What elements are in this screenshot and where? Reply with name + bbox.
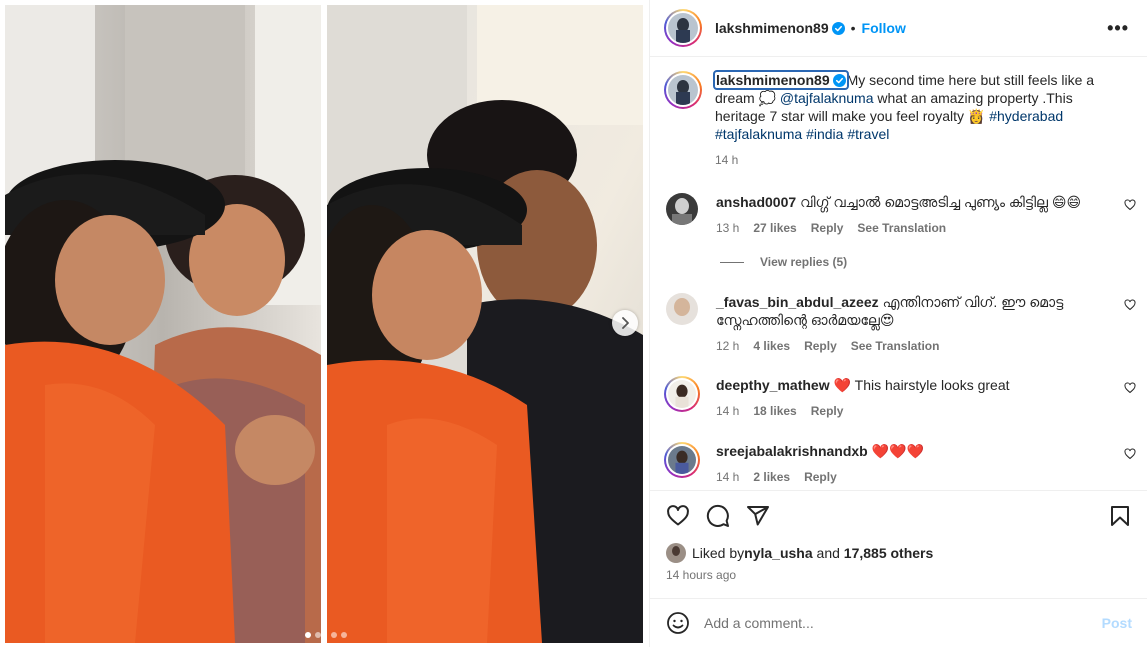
avatar-image — [668, 380, 696, 408]
verified-badge-icon — [831, 21, 845, 35]
comment-likes[interactable]: 27 likes — [753, 221, 796, 235]
hashtag-travel[interactable]: #travel — [847, 126, 889, 142]
comment-text: ❤️ This hairstyle looks great — [833, 377, 1010, 393]
comment-item: anshad0007 വിഗ്ഗ് വച്ചാൽ മൊട്ടഅടിച്ച പുണ്… — [666, 193, 1136, 237]
reply-button[interactable]: Reply — [811, 221, 844, 235]
liked-by-middle: and — [812, 545, 844, 561]
bookmark-icon — [1111, 505, 1129, 526]
comment-text: ❤️❤️❤️ — [871, 443, 925, 459]
author-username[interactable]: lakshmimenon89 — [715, 20, 829, 36]
post-photo-left — [5, 5, 321, 643]
view-replies-button[interactable]: View replies (5) — [720, 255, 847, 269]
post-timestamp: 14 hours ago — [666, 568, 737, 582]
view-replies-label: View replies (5) — [760, 255, 848, 269]
caption-mention[interactable]: @tajfalaknuma — [780, 90, 874, 106]
caption-username-text: lakshmimenon89 — [716, 72, 830, 88]
liked-by-user[interactable]: nyla_usha — [744, 545, 812, 561]
view-replies-line — [720, 261, 744, 263]
comment-likes[interactable]: 2 likes — [753, 470, 790, 484]
add-comment-input[interactable] — [704, 615, 1102, 631]
carousel-dots — [331, 632, 347, 638]
post-photo-right — [327, 5, 643, 643]
carousel-dots — [305, 632, 321, 638]
post-caption: lakshmimenon89 My second time here but st… — [664, 70, 1134, 169]
comment-icon — [706, 504, 729, 527]
add-comment-bar: Post — [650, 598, 1147, 647]
caption-username[interactable]: lakshmimenon89 — [713, 70, 849, 90]
commenter-avatar[interactable] — [666, 193, 698, 225]
follow-button[interactable]: Follow — [862, 20, 906, 36]
comment-username[interactable]: anshad0007 — [716, 194, 796, 210]
hashtag-tajfalaknuma[interactable]: #tajfalaknuma — [715, 126, 802, 142]
photo-image — [5, 5, 321, 643]
emoji-icon — [667, 612, 689, 634]
comment-item: _favas_bin_abdul_azeez എന്തിനാണ് വിഗ്. ഈ … — [666, 293, 1136, 355]
commenter-avatar[interactable] — [664, 442, 700, 478]
comment-button[interactable] — [706, 504, 730, 528]
comment-likes[interactable]: 4 likes — [753, 339, 790, 353]
avatar-image — [666, 193, 698, 225]
avatar-image — [668, 446, 696, 474]
comment-username[interactable]: _favas_bin_abdul_azeez — [716, 294, 879, 310]
comments-list[interactable]: lakshmimenon89 My second time here but st… — [650, 58, 1147, 490]
comment-username[interactable]: deepthy_mathew — [716, 377, 830, 393]
comment-item: deepthy_mathew ❤️ This hairstyle looks gr… — [664, 376, 1136, 420]
avatar-image — [668, 13, 698, 43]
carousel-dot-active — [305, 632, 311, 638]
share-icon — [747, 505, 769, 525]
comment-like-icon[interactable] — [1124, 299, 1136, 311]
comment-like-icon[interactable] — [1124, 382, 1136, 394]
liked-by-prefix: Liked by — [692, 545, 745, 561]
post-media — [0, 0, 648, 647]
post-actions — [650, 490, 1147, 540]
liker-avatar[interactable] — [666, 543, 686, 563]
avatar-image — [666, 293, 698, 325]
like-button[interactable] — [666, 504, 690, 528]
post-side-panel: lakshmimenon89 • Follow ••• lakshmimenon… — [649, 0, 1147, 647]
comment-time: 13 h — [716, 221, 740, 235]
liked-by-others[interactable]: 17,885 others — [844, 545, 934, 561]
share-button[interactable] — [746, 504, 770, 528]
likes-summary: Liked by nyla_usha and 17,885 others — [666, 543, 933, 563]
comment-time: 14 h — [716, 470, 740, 484]
comment-like-icon[interactable] — [1124, 448, 1136, 460]
carousel-dot — [341, 632, 347, 638]
chevron-right-icon — [622, 317, 629, 329]
commenter-avatar[interactable] — [666, 293, 698, 325]
avatar-image — [666, 543, 686, 563]
verified-badge-icon — [832, 74, 846, 87]
photo-image — [327, 5, 643, 643]
comment-likes[interactable]: 18 likes — [753, 404, 796, 418]
carousel-dot — [315, 632, 321, 638]
caption-author-avatar[interactable] — [664, 71, 702, 109]
avatar-image — [668, 75, 698, 105]
heart-icon — [667, 504, 689, 525]
save-button[interactable] — [1108, 504, 1132, 528]
author-avatar[interactable] — [664, 9, 702, 47]
post-comment-button[interactable]: Post — [1102, 615, 1132, 631]
post-header: lakshmimenon89 • Follow ••• — [650, 0, 1147, 57]
commenter-avatar[interactable] — [664, 376, 700, 412]
comment-username[interactable]: sreejabalakrishnandxb — [716, 443, 868, 459]
see-translation-button[interactable]: See Translation — [851, 339, 940, 353]
comment-time: 12 h — [716, 339, 740, 353]
header-separator: • — [850, 20, 856, 36]
emoji-button[interactable] — [666, 611, 690, 635]
see-translation-button[interactable]: See Translation — [857, 221, 946, 235]
comment-like-icon[interactable] — [1124, 199, 1136, 211]
comment-time: 14 h — [716, 404, 740, 418]
reply-button[interactable]: Reply — [811, 404, 844, 418]
carousel-dot — [331, 632, 337, 638]
reply-button[interactable]: Reply — [804, 470, 837, 484]
carousel-next-button[interactable] — [612, 310, 638, 336]
comment-text: വിഗ്ഗ് വച്ചാൽ മൊട്ടഅടിച്ച പുണ്യം കിട്ടില… — [800, 194, 1082, 210]
reply-button[interactable]: Reply — [804, 339, 837, 353]
caption-time: 14 h — [715, 153, 739, 167]
comment-item: sreejabalakrishnandxb ❤️❤️❤️ 14 h 2 likes R… — [664, 442, 1136, 486]
more-options-icon[interactable]: ••• — [1103, 14, 1133, 43]
hashtag-hyderabad[interactable]: #hyderabad — [989, 108, 1063, 124]
hashtag-india[interactable]: #india — [806, 126, 843, 142]
